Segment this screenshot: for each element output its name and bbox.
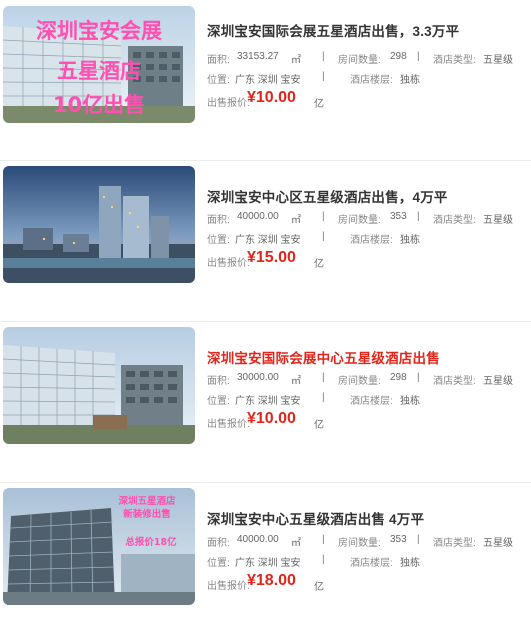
listing-card[interactable]: 深圳宝安会展 五星酒店 10亿出售 深圳宝安国际会展五星酒店出售，3.3万平 面… <box>0 0 531 161</box>
separator: | <box>322 534 325 545</box>
separator: | <box>322 372 325 383</box>
listing-thumbnail[interactable] <box>3 166 195 283</box>
area-unit: ㎡ <box>291 55 301 66</box>
listing-title[interactable]: 深圳宝安中心五星级酒店出售 4万平 <box>207 508 424 528</box>
separator: | <box>322 392 325 403</box>
floors-value: 独栋 <box>400 396 420 407</box>
listing-price-row: 出售报价: ¥10.00 亿 <box>207 89 324 110</box>
hotel-type-label: 酒店类型: <box>433 55 476 66</box>
thumbnail-overlay-text: 新装修出售 <box>123 508 171 520</box>
listing-thumbnail[interactable] <box>3 327 195 444</box>
separator: | <box>417 372 420 383</box>
area-unit: ㎡ <box>291 215 301 226</box>
separator: | <box>322 211 325 222</box>
area-unit: ㎡ <box>291 538 301 549</box>
area-value: 33153.27 <box>237 51 279 62</box>
rooms-value: 353 <box>390 534 407 545</box>
listing-card[interactable]: 深圳五星酒店 新装修出售 总报价18亿 深圳宝安中心五星级酒店出售 4万平 面积… <box>0 483 531 644</box>
location-value: 广东 深圳 宝安 <box>235 235 301 246</box>
location-value: 广东 深圳 宝安 <box>235 558 301 569</box>
rooms-label: 房间数量: <box>338 376 381 387</box>
hotel-type-label: 酒店类型: <box>433 215 476 226</box>
location-label: 位置: <box>207 75 230 86</box>
separator: | <box>417 211 420 222</box>
separator: | <box>322 554 325 565</box>
thumbnail-overlay-text: 深圳宝安会展 <box>36 19 162 43</box>
floors-value: 独栋 <box>400 75 420 86</box>
listing-title[interactable]: 深圳宝安国际会展五星酒店出售，3.3万平 <box>207 20 459 40</box>
price-unit: 亿 <box>314 259 324 270</box>
area-value: 40000.00 <box>237 534 279 545</box>
listing-thumbnail[interactable]: 深圳宝安会展 五星酒店 10亿出售 <box>3 6 195 123</box>
listing-card[interactable]: 深圳宝安中心区五星级酒店出售，4万平 面积: 40000.00 ㎡ | 房间数量… <box>0 161 531 322</box>
price-value: ¥10.00 <box>247 89 296 106</box>
thumbnail-overlay-text: 10亿出售 <box>53 93 145 117</box>
floors-value: 独栋 <box>400 235 420 246</box>
location-value: 广东 深圳 宝安 <box>235 75 301 86</box>
listing-price-row: 出售报价: ¥18.00 亿 <box>207 572 324 593</box>
price-value: ¥10.00 <box>247 410 296 427</box>
rooms-value: 353 <box>390 211 407 222</box>
floors-label: 酒店楼层: <box>350 75 393 86</box>
hotel-type-label: 酒店类型: <box>433 376 476 387</box>
listing-price-row: 出售报价: ¥10.00 亿 <box>207 410 324 431</box>
hotel-type-value: 五星级 <box>483 55 513 66</box>
price-value: ¥15.00 <box>247 249 296 266</box>
price-unit: 亿 <box>314 420 324 431</box>
hotel-type-value: 五星级 <box>483 215 513 226</box>
floors-label: 酒店楼层: <box>350 558 393 569</box>
thumbnail-overlay-text: 深圳五星酒店 <box>118 495 176 507</box>
listing-price-row: 出售报价: ¥15.00 亿 <box>207 249 324 270</box>
area-label: 面积: <box>207 538 230 549</box>
rooms-label: 房间数量: <box>338 55 381 66</box>
listing-title[interactable]: 深圳宝安中心区五星级酒店出售，4万平 <box>207 186 448 206</box>
listing-card[interactable]: 深圳宝安国际会展中心五星级酒店出售 面积: 30000.00 ㎡ | 房间数量:… <box>0 322 531 483</box>
separator: | <box>417 51 420 62</box>
listing-thumbnail[interactable]: 深圳五星酒店 新装修出售 总报价18亿 <box>3 488 195 605</box>
rooms-label: 房间数量: <box>338 538 381 549</box>
floors-label: 酒店楼层: <box>350 235 393 246</box>
price-value: ¥18.00 <box>247 572 296 589</box>
price-label: 出售报价: <box>207 98 250 109</box>
price-unit: 亿 <box>314 582 324 593</box>
location-label: 位置: <box>207 558 230 569</box>
price-label: 出售报价: <box>207 581 250 592</box>
location-label: 位置: <box>207 235 230 246</box>
price-label: 出售报价: <box>207 258 250 269</box>
rooms-label: 房间数量: <box>338 215 381 226</box>
area-label: 面积: <box>207 55 230 66</box>
separator: | <box>417 534 420 545</box>
floors-label: 酒店楼层: <box>350 396 393 407</box>
separator: | <box>322 51 325 62</box>
location-value: 广东 深圳 宝安 <box>235 396 301 407</box>
area-unit: ㎡ <box>291 376 301 387</box>
area-value: 40000.00 <box>237 211 279 222</box>
price-label: 出售报价: <box>207 419 250 430</box>
thumbnail-overlay-text: 五星酒店 <box>57 59 141 83</box>
thumbnail-overlay-text: 总报价18亿 <box>125 536 177 548</box>
hotel-type-label: 酒店类型: <box>433 538 476 549</box>
listing-list: 深圳宝安会展 五星酒店 10亿出售 深圳宝安国际会展五星酒店出售，3.3万平 面… <box>0 0 531 612</box>
hotel-type-value: 五星级 <box>483 538 513 549</box>
area-label: 面积: <box>207 376 230 387</box>
rooms-value: 298 <box>390 372 407 383</box>
area-value: 30000.00 <box>237 372 279 383</box>
location-label: 位置: <box>207 396 230 407</box>
separator: | <box>322 231 325 242</box>
rooms-value: 298 <box>390 51 407 62</box>
price-unit: 亿 <box>314 99 324 110</box>
separator: | <box>322 71 325 82</box>
area-label: 面积: <box>207 215 230 226</box>
listing-title[interactable]: 深圳宝安国际会展中心五星级酒店出售 <box>207 347 440 367</box>
floors-value: 独栋 <box>400 558 420 569</box>
hotel-type-value: 五星级 <box>483 376 513 387</box>
